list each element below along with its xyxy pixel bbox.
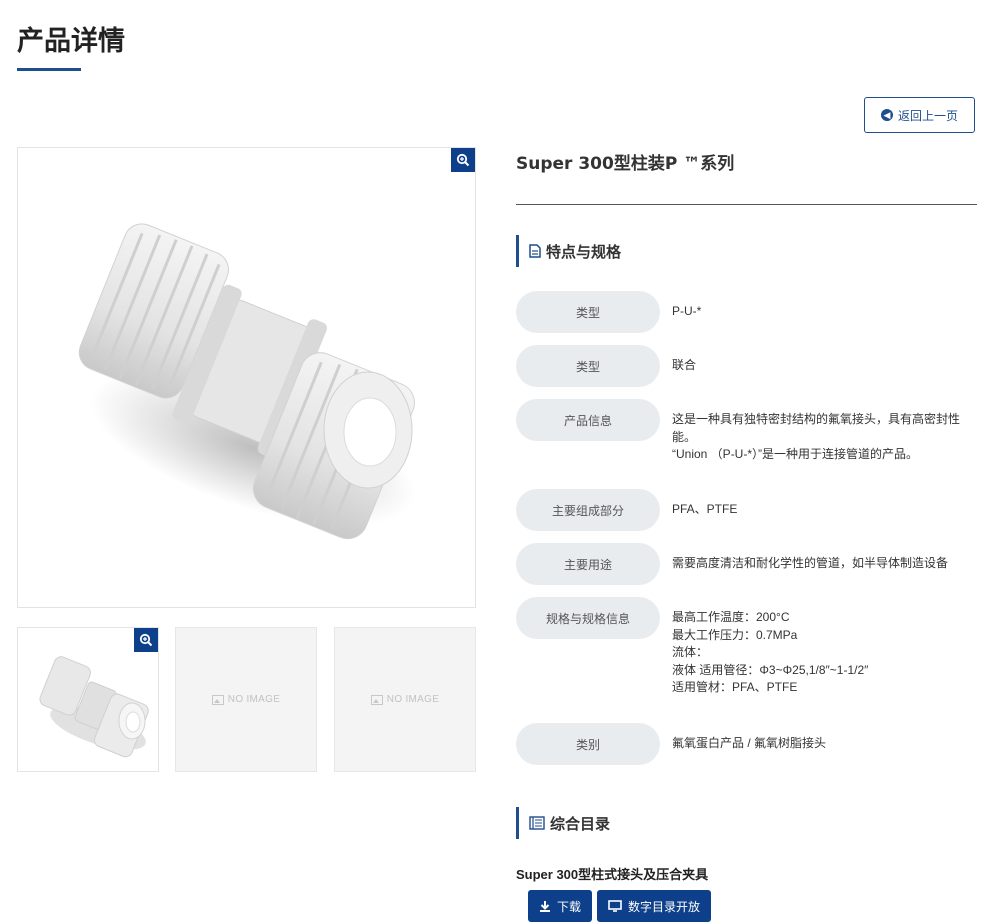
digital-catalog-label: 数字目录开放 (627, 899, 700, 914)
spec-value: PFA、PTFE (672, 502, 738, 516)
spec-value: 这是一种具有独特密封结构的氟氧接头，具有高密封性 能。 “Union （P-U-… (672, 412, 961, 461)
catalog-section-title: 综合目录 (550, 815, 611, 833)
spec-value: 氟氧蛋白产品 / 氟氧树脂接头 (672, 736, 827, 750)
image-placeholder-icon (370, 694, 383, 705)
spec-label: 类型 (516, 291, 660, 333)
spec-label: 主要组成部分 (516, 489, 660, 531)
union-fitting-illustration (78, 223, 416, 540)
specs-section-title: 特点与规格 (546, 243, 622, 261)
book-icon (529, 816, 545, 830)
specs-section-header: 特点与规格 (516, 235, 621, 267)
image-placeholder-icon (211, 694, 224, 705)
product-name: Super 300型柱装P ™系列 (516, 154, 735, 174)
catalog-section-header: 综合目录 (516, 807, 610, 839)
spec-label: 规格与规格信息 (516, 597, 660, 639)
spec-label: 产品信息 (516, 399, 660, 441)
spec-label: 类型 (516, 345, 660, 387)
download-button[interactable]: 下载 (528, 890, 592, 922)
spec-value: 需要高度清洁和耐化学性的管道，如半导体制造设备 (672, 556, 949, 570)
spec-value: P-U-* (672, 304, 702, 318)
download-icon (539, 901, 550, 912)
title-underline (17, 68, 81, 71)
spec-value: 联合 (672, 358, 697, 372)
spec-label: 类别 (516, 723, 660, 765)
digital-catalog-button[interactable]: 数字目录开放 (597, 890, 711, 922)
back-button[interactable]: ◀ 返回上一页 (864, 97, 975, 133)
divider (516, 204, 977, 205)
spec-value: 最高工作温度：200°C 最大工作压力：0.7MPa 流体： 液体 适用管径：Φ… (672, 610, 869, 694)
page-title: 产品详情 (17, 26, 125, 57)
document-icon (529, 244, 541, 258)
union-fitting-thumbnail (39, 656, 149, 758)
back-button-label: 返回上一页 (897, 108, 958, 123)
arrow-left-circle-icon: ◀ (880, 109, 893, 121)
no-image-text: NO IMAGE (386, 694, 440, 705)
thumbnail-3[interactable]: NO IMAGE (334, 627, 476, 772)
main-product-image[interactable] (17, 147, 476, 608)
thumbnail-2[interactable]: NO IMAGE (175, 627, 317, 772)
thumbnail-1[interactable] (17, 627, 159, 772)
download-label: 下载 (556, 899, 581, 914)
monitor-icon (608, 900, 622, 912)
no-image-text: NO IMAGE (227, 694, 281, 705)
spec-label: 主要用途 (516, 543, 660, 585)
catalog-item-title: Super 300型柱式接头及压合夹具 (516, 867, 709, 882)
